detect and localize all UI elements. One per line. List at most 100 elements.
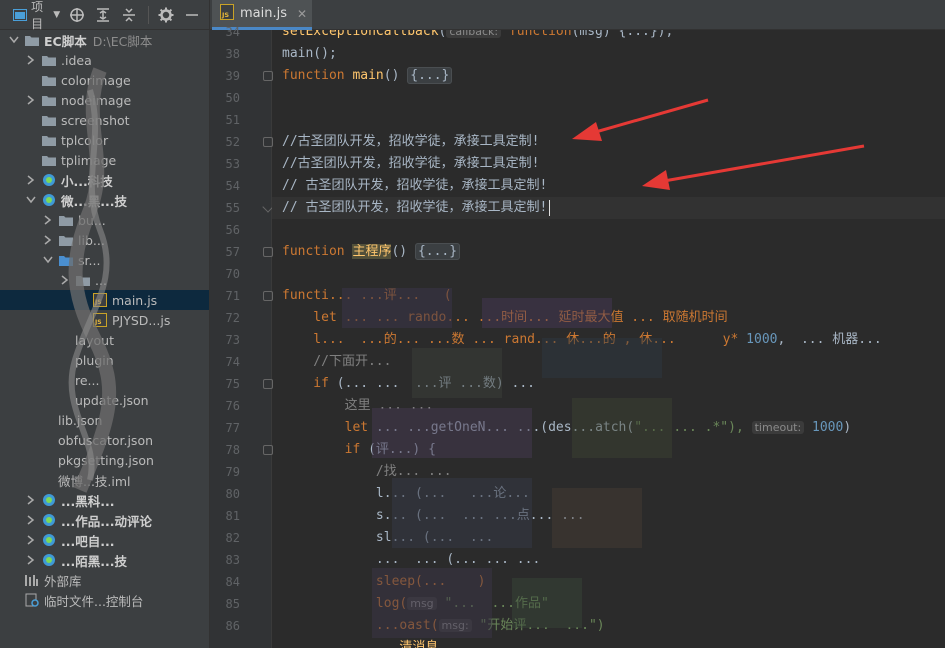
tree-item[interactable]: ...陌黑...技	[0, 550, 209, 570]
tree-item-label: main.js	[112, 292, 158, 308]
line-number: 70	[225, 267, 240, 281]
collapse-all-icon	[120, 6, 138, 24]
expand-all-button[interactable]	[94, 4, 112, 26]
tree-item[interactable]: tplimage	[0, 150, 209, 170]
chevron-right-icon[interactable]	[42, 214, 54, 226]
tree-item[interactable]: layout	[0, 330, 209, 350]
collapse-all-button[interactable]	[120, 4, 138, 26]
tree-item[interactable]: ...	[0, 270, 209, 290]
project-view-dropdown[interactable]: 项目 ▼	[12, 0, 60, 31]
tree-item[interactable]: sr...	[0, 250, 209, 270]
tree-item[interactable]: screenshot	[0, 110, 209, 130]
tree-item[interactable]: 小...科技	[0, 170, 209, 190]
chevron-right-icon[interactable]	[25, 554, 37, 566]
line-number: 53	[225, 157, 240, 171]
tree-item[interactable]: JS PJYSD...js	[0, 310, 209, 330]
code-line-75: if (... ... ...评 ...数) ...	[282, 376, 535, 391]
chevron-right-icon[interactable]	[59, 274, 71, 286]
tree-item[interactable]: bu...	[0, 210, 209, 230]
line-number: 72	[225, 311, 240, 325]
folder-icon	[24, 33, 40, 47]
close-icon[interactable]: ✕	[297, 7, 307, 21]
chevron-right-icon[interactable]	[25, 514, 37, 526]
folder-icon	[41, 73, 57, 87]
tree-item-label: plugin	[75, 352, 114, 368]
line-number: 71	[225, 289, 240, 303]
tree-item[interactable]: ...吧自...	[0, 530, 209, 550]
folder-icon	[41, 53, 57, 67]
tree-item[interactable]: 外部库	[0, 570, 209, 590]
code-editor[interactable]: setExceptionCallback(callback: function(…	[272, 30, 945, 648]
tree-item[interactable]: lib...	[0, 230, 209, 250]
chevron-down-icon[interactable]	[25, 194, 37, 206]
tree-item[interactable]: 微...黑...技	[0, 190, 209, 210]
tree-item-label: 临时文件...控制台	[44, 593, 144, 609]
line-number: 83	[225, 553, 240, 567]
tree-item-label: re...	[75, 372, 100, 388]
code-line-76: 这里 ... ...	[282, 398, 434, 413]
code-line-85: log(msg "... ...作品"	[282, 596, 549, 611]
code-line-71: functi... ...评... (	[282, 288, 452, 303]
line-number: 84	[225, 575, 240, 589]
tree-item[interactable]: 微博...技.iml	[0, 470, 209, 490]
code-line-55-current: // 古圣团队开发，招收学徒，承接工具定制!	[272, 197, 945, 219]
locate-file-button[interactable]	[68, 4, 86, 26]
tree-item[interactable]: pkgsetting.json	[0, 450, 209, 470]
tree-item-label: ...	[95, 272, 107, 288]
tree-item[interactable]: JS main.js	[0, 290, 209, 310]
tree-item[interactable]: update.json	[0, 390, 209, 410]
tree-item-label: update.json	[75, 392, 149, 408]
chevron-down-icon[interactable]	[42, 254, 54, 266]
code-line-77: let ... ...getOneN... ...(des...atch("..…	[282, 420, 852, 435]
tree-item[interactable]: tplcolor	[0, 130, 209, 150]
folded-block[interactable]: {...}	[414, 243, 461, 260]
line-number: 75	[225, 377, 240, 391]
folder-icon	[58, 213, 74, 227]
chevron-right-icon[interactable]	[42, 234, 54, 246]
svg-text:JS: JS	[221, 11, 229, 19]
code-line-34: setExceptionCallback(callback: function(…	[272, 30, 945, 43]
chevron-right-icon[interactable]	[25, 494, 37, 506]
tree-item-label: nodeimage	[61, 92, 132, 108]
tree-item[interactable]: plugin	[0, 350, 209, 370]
tree-item[interactable]: 临时文件...控制台	[0, 590, 209, 610]
tree-item[interactable]: ...作品...动评论	[0, 510, 209, 530]
folded-block[interactable]: {...}	[407, 67, 453, 84]
source-folder-icon	[58, 253, 74, 267]
tree-item[interactable]: re...	[0, 370, 209, 390]
settings-button[interactable]	[157, 4, 175, 26]
line-number: 51	[225, 113, 240, 127]
tree-item[interactable]: lib.json	[0, 410, 209, 430]
tree-item[interactable]: nodeimage	[0, 90, 209, 110]
code-line-38: main();	[282, 46, 337, 61]
tree-item-label: lib...	[78, 232, 105, 248]
folder-icon	[41, 113, 57, 127]
chevron-right-icon[interactable]	[25, 94, 37, 106]
line-number: 85	[225, 597, 240, 611]
chevron-right-icon[interactable]	[25, 534, 37, 546]
tree-item-label: layout	[75, 332, 115, 348]
hide-panel-button[interactable]	[183, 4, 201, 26]
expand-all-icon	[94, 6, 112, 24]
tree-item[interactable]: colorimage	[0, 70, 209, 90]
code-line-74: //下面开...	[282, 354, 392, 369]
chevron-right-icon[interactable]	[25, 174, 37, 186]
tree-item[interactable]: obfuscator.json	[0, 430, 209, 450]
folder-icon	[41, 153, 57, 167]
tree-item-label: bu...	[78, 212, 106, 228]
code-line-84: sleep(... )	[282, 574, 486, 589]
line-number: 86	[225, 619, 240, 633]
project-panel: 项目 ▼ EC脚本 D:\EC脚本 .idea colorimage nodei…	[0, 0, 210, 648]
tree-item-label: sr...	[78, 252, 101, 268]
line-number: 78	[225, 443, 240, 457]
line-number: 74	[225, 355, 240, 369]
tree-item[interactable]: .idea	[0, 50, 209, 70]
tree-item-label: tplcolor	[61, 132, 109, 148]
line-number: 79	[225, 465, 240, 479]
tree-item[interactable]: ...黑科...	[0, 490, 209, 510]
chevron-right-icon[interactable]	[25, 54, 37, 66]
chevron-down-icon[interactable]	[8, 34, 20, 46]
tree-item[interactable]: EC脚本 D:\EC脚本	[0, 30, 209, 50]
code-line-79: /找... ...	[282, 464, 452, 479]
tree-item-label: .idea	[61, 52, 92, 68]
